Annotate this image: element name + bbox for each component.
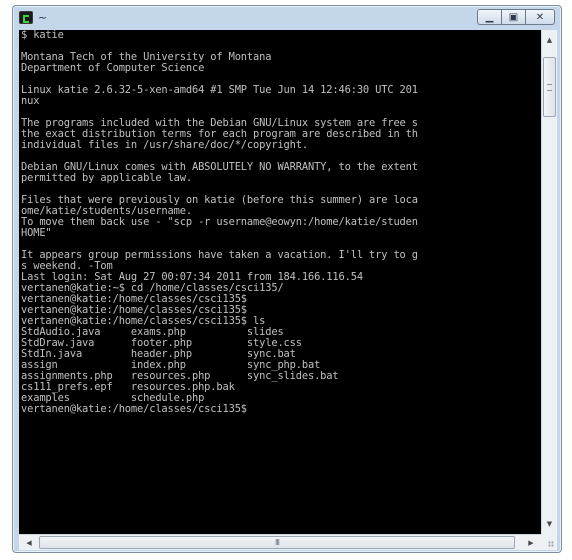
terminal-window: ~ ▁ ▣ ✕ $ katie Montana Tech of the Unive… — [12, 5, 562, 553]
close-button[interactable]: ✕ — [525, 9, 555, 25]
terminal-app-icon[interactable] — [19, 11, 33, 24]
vertical-scroll-thumb[interactable] — [543, 57, 556, 117]
maximize-button[interactable]: ▣ — [501, 9, 526, 25]
terminal-line: permitted by applicable law. — [21, 172, 192, 184]
scroll-right-icon[interactable]: ▶ — [523, 535, 539, 550]
minimize-button[interactable]: ▁ — [477, 9, 502, 25]
resize-grip-icon[interactable] — [541, 534, 557, 550]
title-bar[interactable]: ~ ▁ ▣ ✕ — [13, 6, 561, 30]
terminal-line: Linux katie 2.6.32-5-xen-amd64 #1 SMP Tu… — [21, 84, 418, 96]
terminal-line: $ katie — [21, 30, 64, 41]
horizontal-scrollbar[interactable]: ◀ III ▶ — [19, 534, 541, 550]
terminal-line: To move them back use - "scp -r username… — [21, 216, 418, 228]
terminal-line: Department of Computer Science — [21, 62, 205, 74]
terminal-line: vertanen@katie:/home/classes/csci135$ — [21, 403, 247, 415]
horizontal-scroll-thumb[interactable]: III — [39, 536, 515, 549]
scroll-down-icon[interactable]: ▼ — [542, 516, 557, 532]
vertical-scrollbar[interactable]: ▲ ▼ — [541, 30, 557, 534]
terminal-line: individual files in /usr/share/doc/*/cop… — [21, 139, 308, 151]
scroll-left-icon[interactable]: ◀ — [21, 535, 37, 550]
terminal-line: nux — [21, 95, 40, 107]
window-controls: ▁ ▣ ✕ — [477, 9, 555, 26]
scroll-up-icon[interactable]: ▲ — [542, 32, 557, 48]
terminal-console[interactable]: $ katie Montana Tech of the University of… — [19, 30, 541, 534]
window-title: ~ — [38, 11, 48, 24]
terminal-line: HOME" — [21, 227, 52, 239]
